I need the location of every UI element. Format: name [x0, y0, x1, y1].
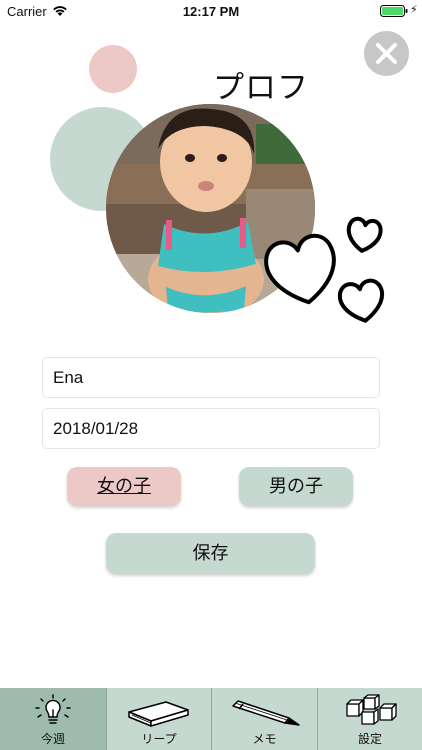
- page-title: プロフ: [213, 70, 309, 106]
- decorative-pink-circle: [89, 45, 137, 93]
- tab-settings[interactable]: 設定: [317, 688, 422, 750]
- status-time: 12:17 PM: [182, 4, 240, 19]
- lightbulb-icon: [35, 694, 71, 724]
- status-bar: Carrier 12:17 PM ⚡: [0, 0, 422, 24]
- tab-leap-label: リープ: [141, 732, 177, 746]
- birthday-field[interactable]: 2018/01/28: [42, 408, 380, 449]
- tab-memo[interactable]: メモ: [211, 688, 317, 750]
- charging-icon: ⚡: [410, 3, 418, 16]
- pencil-icon: [231, 700, 300, 726]
- close-button[interactable]: [364, 31, 409, 76]
- book-icon: [128, 701, 189, 727]
- save-button[interactable]: 保存: [106, 533, 315, 574]
- girl-button-label: 女の子: [97, 476, 151, 497]
- tab-leap[interactable]: リープ: [106, 688, 211, 750]
- boy-button[interactable]: 男の子: [239, 467, 353, 506]
- close-icon: [376, 43, 397, 64]
- boy-button-label: 男の子: [269, 476, 323, 497]
- blocks-icon: [346, 694, 397, 725]
- name-field[interactable]: Ena: [42, 357, 380, 398]
- tab-memo-label: メモ: [252, 732, 277, 746]
- girl-button[interactable]: 女の子: [67, 467, 181, 506]
- hearts-decoration: [264, 216, 385, 323]
- battery-icon: [380, 5, 408, 17]
- tab-this-week-label: 今週: [40, 732, 65, 746]
- heart-icon: [264, 216, 385, 323]
- tab-this-week[interactable]: 今週: [0, 688, 106, 750]
- tab-bar: 今週 リープ メモ 設定: [0, 688, 422, 750]
- tab-settings-label: 設定: [357, 732, 382, 746]
- save-button-label: 保存: [192, 543, 229, 564]
